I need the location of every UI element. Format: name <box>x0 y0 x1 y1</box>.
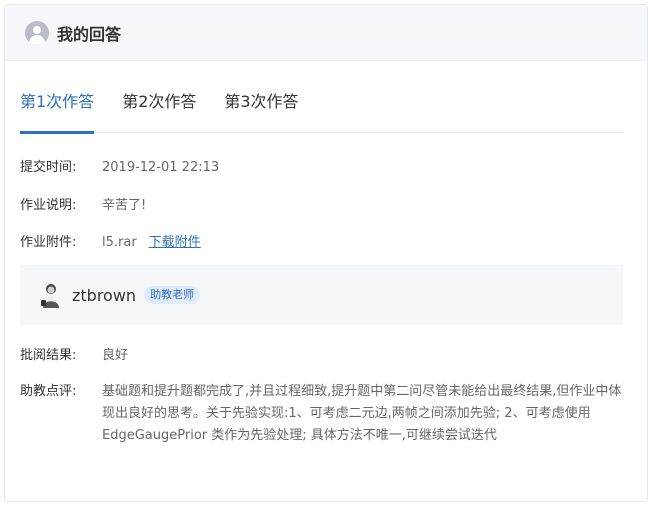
tab-attempt-2[interactable]: 第2次作答 <box>122 84 196 133</box>
reviewer-panel: ztbrown 助教老师 <box>20 265 623 325</box>
attachment-label: 作业附件: <box>20 235 77 250</box>
reviewer-avatar <box>41 284 59 308</box>
page-title: 我的回答 <box>57 24 122 44</box>
attachment-row: 作业附件: l5.rar 下载附件 <box>20 232 201 254</box>
submit-time-row: 提交时间: 2019-12-01 22:13 <box>20 157 219 179</box>
card-header: 我的回答 <box>5 5 647 61</box>
result-value: 良好 <box>102 348 129 363</box>
submit-time-label: 提交时间: <box>20 160 77 175</box>
reviewer-name: ztbrown <box>72 285 137 305</box>
user-avatar-icon <box>25 20 49 45</box>
tab-attempt-1[interactable]: 第1次作答 <box>20 84 95 134</box>
attempt-tabs: 第1次作答 第2次作答 第3次作答 <box>20 84 623 134</box>
attachment-filename: l5.rar <box>102 235 137 250</box>
comment-row: 助教点评: 基础题和提升题都完成了,并且过程细致,提升题中第二问尽管未能给出最终… <box>20 381 622 447</box>
submit-time-value: 2019-12-01 22:13 <box>102 160 220 175</box>
comment-text: 基础题和提升题都完成了,并且过程细致,提升题中第二问尽管未能给出最终结果,但作业… <box>102 384 622 443</box>
download-attachment-link[interactable]: 下载附件 <box>149 232 201 254</box>
note-value: 辛苦了! <box>102 198 147 213</box>
result-row: 批阅结果: 良好 <box>20 345 128 367</box>
tab-attempt-3[interactable]: 第3次作答 <box>224 84 298 133</box>
result-label: 批阅结果: <box>20 348 77 363</box>
comment-label: 助教点评: <box>20 384 77 399</box>
note-label: 作业说明: <box>20 198 77 213</box>
reviewer-role-badge: 助教老师 <box>144 286 201 304</box>
note-row: 作业说明: 辛苦了! <box>20 195 146 217</box>
